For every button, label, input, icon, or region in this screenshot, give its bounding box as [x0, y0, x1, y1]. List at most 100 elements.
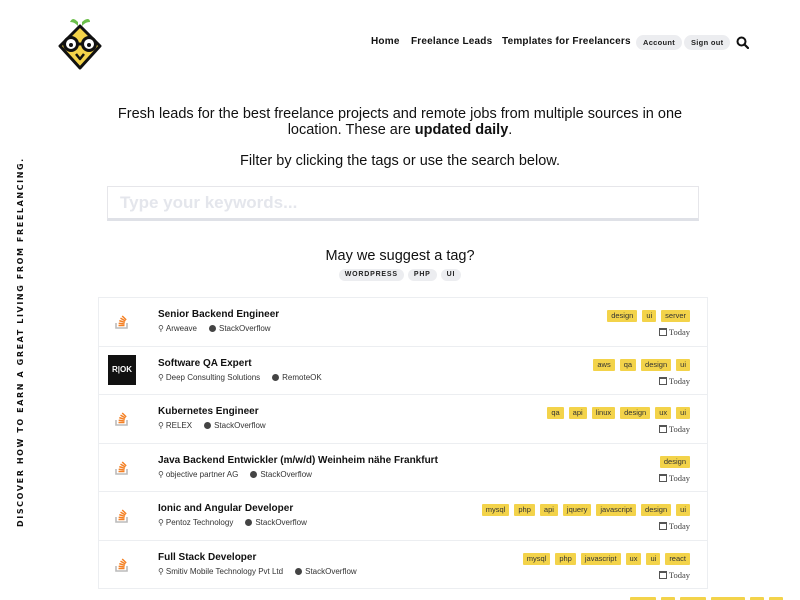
job-tag[interactable]: ui [676, 504, 690, 516]
job-company: ⚲ Pentoz Technology [158, 518, 233, 527]
job-date-text: Today [668, 521, 690, 531]
nav-freelance-leads-link[interactable]: Freelance Leads [411, 36, 492, 47]
globe-icon [204, 422, 212, 429]
job-title[interactable]: Senior Backend Engineer [158, 309, 279, 320]
calendar-icon [658, 570, 667, 579]
globe-icon [245, 519, 253, 526]
keyword-search-input[interactable] [108, 187, 698, 218]
job-tag[interactable]: mysql [481, 504, 510, 516]
job-title[interactable]: Full Stack Developer [158, 552, 256, 563]
account-button[interactable]: Account [636, 35, 683, 50]
job-date: Today [658, 424, 690, 434]
job-company: ⚲ Deep Consulting Solutions [158, 373, 260, 382]
job-company: ⚲ RELEX [158, 421, 192, 430]
job-tag[interactable]: react [665, 552, 690, 565]
job-tag[interactable]: ui [646, 552, 661, 565]
hero-updated-daily: updated daily [414, 122, 509, 138]
nav-templates-link[interactable]: Templates for Freelancers [502, 36, 631, 47]
job-date-text: Today [668, 424, 690, 434]
nav-home-link[interactable]: Home [371, 36, 400, 47]
job-title[interactable]: Kubernetes Engineer [158, 406, 259, 417]
suggested-tag-php[interactable]: PHP [407, 269, 437, 281]
hero-description: Fresh leads for the best freelance proje… [0, 106, 800, 138]
job-tags: design [655, 455, 690, 468]
sign-out-button[interactable]: Sign out [684, 35, 731, 50]
calendar-icon [658, 376, 667, 385]
job-row[interactable]: Senior Backend Engineer ⚲ Arweave StackOver… [98, 298, 708, 347]
job-list: Senior Backend Engineer ⚲ Arweave StackOver… [98, 297, 708, 589]
job-tag[interactable]: ui [676, 358, 690, 371]
job-source: StackOverflow [204, 421, 266, 430]
job-date-text: Today [668, 327, 690, 337]
job-tag[interactable]: qa [619, 358, 637, 371]
job-source-name: StackOverflow [260, 469, 312, 479]
job-source: StackOverflow [208, 324, 271, 333]
job-source-name: StackOverflow [218, 324, 271, 333]
suggest-heading: May we suggest a tag? [325, 248, 475, 264]
hero-line-2-text: location. These are [287, 122, 415, 138]
job-source-name: StackOverflow [214, 421, 266, 430]
job-row[interactable]: R|OK Software QA Expert ⚲ Deep Consulting S… [98, 346, 708, 395]
job-company-name: Smitiv Mobile Technology Pvt Ltd [165, 566, 284, 576]
job-tag[interactable]: linux [591, 407, 616, 419]
job-title[interactable]: Java Backend Entwickler (m/w/d) Weinheim… [158, 455, 438, 466]
job-tags: aws qa design ui [588, 358, 690, 371]
job-tag[interactable]: design [641, 504, 672, 516]
job-tag[interactable]: mysql [522, 552, 551, 565]
globe-icon [208, 325, 216, 332]
job-title[interactable]: Ionic and Angular Developer [158, 503, 293, 514]
globe-icon [250, 470, 258, 478]
job-meta: ⚲ Pentoz Technology StackOverflow [158, 518, 307, 527]
job-row[interactable]: Kubernetes Engineer ⚲ RELEX StackOverflow qa… [98, 395, 708, 444]
suggested-tag-ui[interactable]: UI [440, 269, 462, 281]
job-company-name: Pentoz Technology [165, 518, 234, 527]
hero-line-1: Fresh leads for the best freelance proje… [117, 106, 683, 122]
stackoverflow-logo-icon [108, 452, 136, 482]
job-tag[interactable]: api [568, 407, 587, 419]
job-tag[interactable]: design [641, 358, 672, 371]
job-tag[interactable]: php [555, 552, 576, 565]
job-tag[interactable]: server [661, 310, 690, 322]
job-title[interactable]: Software QA Expert [158, 358, 252, 369]
map-marker-icon: ⚲ [158, 324, 164, 333]
calendar-icon [658, 473, 667, 482]
job-tag[interactable]: qa [547, 407, 564, 419]
job-row[interactable]: Java Backend Entwickler (m/w/d) Weinheim… [98, 443, 708, 492]
suggested-tag-wordpress[interactable]: WORDPRESS [338, 269, 404, 281]
calendar-icon [658, 522, 667, 530]
job-tag[interactable]: design [620, 407, 651, 419]
job-date-text: Today [668, 375, 690, 386]
side-tagline: DISCOVER HOW TO EARN A GREAT LIVING FROM… [16, 157, 25, 527]
job-tag[interactable]: javascript [596, 504, 637, 516]
job-meta: ⚲ Arweave StackOverflow [158, 324, 271, 333]
job-source: RemoteOK [272, 373, 322, 382]
search-icon[interactable] [736, 36, 749, 49]
job-tag[interactable]: ux [655, 407, 672, 419]
calendar-icon [658, 328, 667, 336]
job-meta: ⚲ RELEX StackOverflow [158, 421, 266, 430]
remoteok-logo-icon: R|OK [108, 354, 136, 385]
job-meta: ⚲ objective partner AG StackOverflow [158, 470, 312, 479]
job-tag[interactable]: aws [593, 358, 615, 371]
job-tag[interactable]: jquery [562, 504, 592, 516]
job-tag[interactable]: design [659, 455, 690, 468]
job-tag[interactable]: javascript [580, 552, 621, 565]
job-tag[interactable]: api [539, 504, 558, 516]
job-tag[interactable]: php [514, 504, 535, 516]
map-marker-icon: ⚲ [158, 372, 164, 382]
map-marker-icon: ⚲ [158, 518, 164, 527]
job-date: Today [658, 375, 690, 386]
job-row[interactable]: Ionic and Angular Developer ⚲ Pentoz Techn… [98, 492, 708, 541]
map-marker-icon: ⚲ [158, 421, 164, 430]
map-marker-icon: ⚲ [158, 469, 164, 479]
job-tag[interactable]: design [607, 310, 638, 322]
job-date-text: Today [668, 472, 690, 483]
job-tag[interactable]: ux [625, 552, 642, 565]
job-tag[interactable]: ui [642, 310, 657, 322]
job-tag[interactable]: ui [676, 407, 690, 419]
job-row[interactable]: Full Stack Developer ⚲ Smitiv Mobile Techn… [98, 540, 708, 589]
job-company-name: Deep Consulting Solutions [165, 372, 261, 382]
job-company: ⚲ objective partner AG [158, 470, 238, 479]
job-date: Today [658, 521, 690, 531]
job-date: Today [658, 472, 690, 483]
